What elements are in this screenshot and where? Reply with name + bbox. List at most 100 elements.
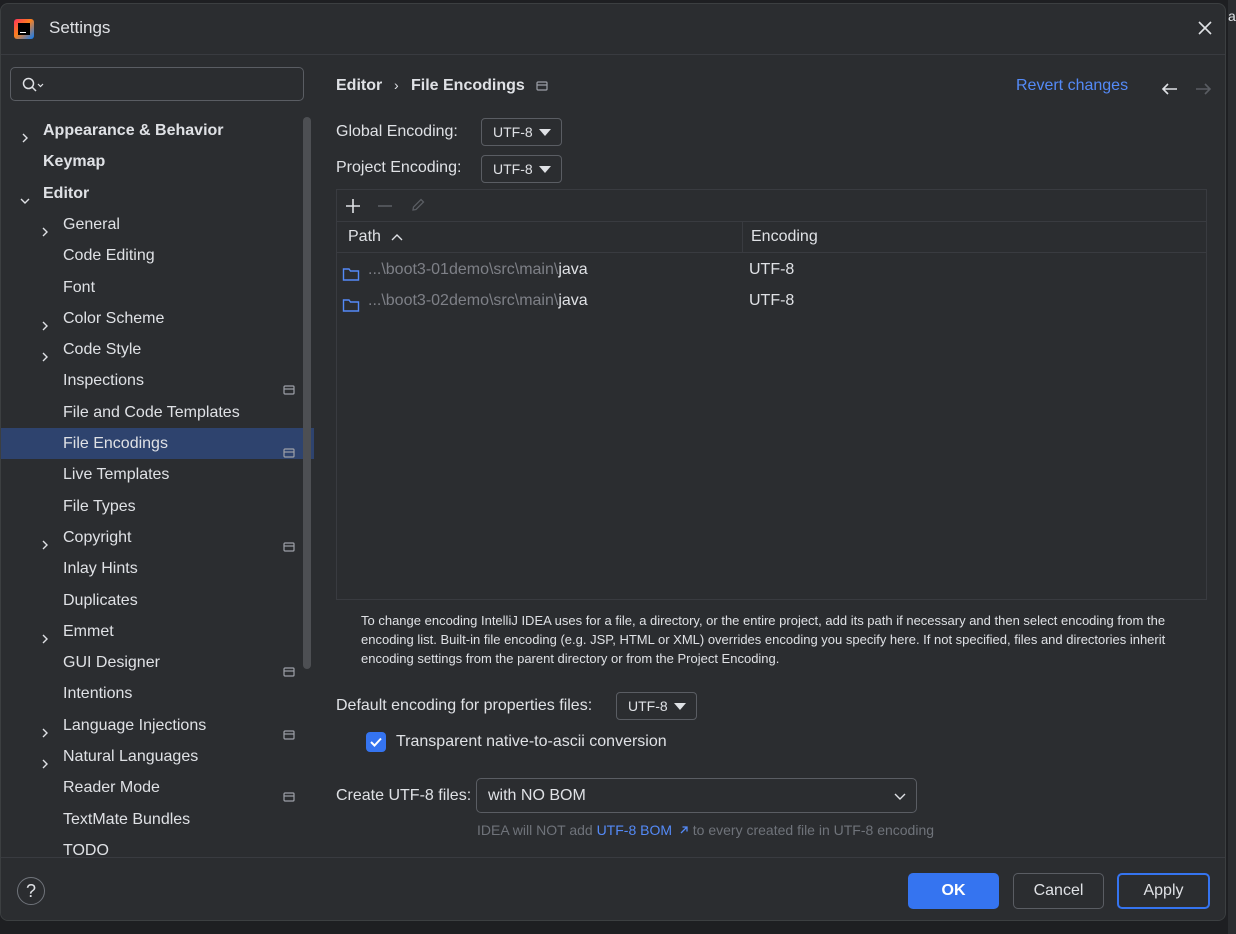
checkmark-icon [370, 737, 382, 747]
table-toolbar [337, 190, 1206, 222]
sidebar-item-color-scheme[interactable]: Color Scheme [1, 303, 314, 334]
settings-search-input[interactable] [10, 67, 304, 101]
sidebar-item-file-types[interactable]: File Types [1, 491, 314, 522]
sidebar-item-language-injections[interactable]: Language Injections [1, 710, 314, 741]
project-encoding-select[interactable]: UTF-8 [481, 155, 562, 183]
sidebar-item-inlay-hints[interactable]: Inlay Hints [1, 553, 314, 584]
create-utf8-label: Create UTF-8 files: [336, 787, 472, 804]
sidebar-item-label: File Encodings [63, 435, 168, 452]
sidebar-item-file-and-code-templates[interactable]: File and Code Templates [1, 397, 314, 428]
global-encoding-select[interactable]: UTF-8 [481, 118, 562, 146]
table-row[interactable]: ...\boot3-02demo\src\main\java UTF-8 [337, 285, 1206, 316]
row-encoding[interactable]: UTF-8 [749, 254, 794, 285]
breadcrumb-editor[interactable]: Editor [336, 77, 382, 95]
bom-select[interactable]: with NO BOM [476, 778, 917, 813]
sidebar-item-natural-languages[interactable]: Natural Languages [1, 741, 314, 772]
close-button[interactable] [1195, 18, 1215, 38]
chevron-right-icon[interactable] [19, 124, 31, 143]
properties-encoding-select[interactable]: UTF-8 [616, 692, 697, 720]
sidebar-item-textmate-bundles[interactable]: TextMate Bundles [1, 804, 314, 835]
native-to-ascii-label[interactable]: Transparent native-to-ascii conversion [396, 733, 667, 751]
close-icon [1198, 21, 1212, 35]
apply-button[interactable]: Apply [1117, 873, 1210, 909]
external-link-icon [680, 826, 688, 834]
sidebar-item-label: Reader Mode [63, 779, 160, 797]
chevron-right-icon[interactable] [39, 750, 51, 769]
sidebar-item-intentions[interactable]: Intentions [1, 678, 314, 709]
sidebar-item-code-editing[interactable]: Code Editing [1, 240, 314, 271]
bom-hint-text-end: to every created file in UTF-8 encoding [692, 822, 935, 838]
sidebar-item-label: Keymap [43, 153, 106, 171]
window-title: Settings [49, 18, 111, 37]
sidebar-item-label: File and Code Templates [63, 403, 240, 421]
sidebar-item-gui-designer[interactable]: GUI Designer [1, 647, 314, 678]
row-path-prefix: ...\boot3-01demo\src\main\ [368, 261, 559, 278]
sidebar-item-label: File Types [63, 497, 136, 515]
sidebar-item-label: Color Scheme [63, 309, 165, 327]
sidebar-item-label: Font [63, 278, 96, 296]
sidebar-item-code-style[interactable]: Code Style [1, 334, 314, 365]
sidebar-item-reader-mode[interactable]: Reader Mode [1, 772, 314, 803]
sidebar-item-label: General [63, 215, 120, 233]
chevron-right-icon[interactable] [39, 719, 51, 738]
chevron-down-icon[interactable] [19, 187, 31, 204]
edit-icon[interactable] [410, 197, 426, 213]
sidebar-item-label: Emmet [63, 622, 114, 640]
sidebar-item-emmet[interactable]: Emmet [1, 616, 314, 647]
forward-arrow-icon[interactable] [1194, 81, 1212, 97]
row-encoding[interactable]: UTF-8 [749, 285, 794, 316]
properties-encoding-value: UTF-8 [628, 698, 668, 714]
table-row[interactable]: ...\boot3-01demo\src\main\java UTF-8 [337, 254, 1206, 285]
sidebar-item-general[interactable]: General [1, 209, 314, 240]
dialog-footer: ? OK Cancel Apply [1, 857, 1225, 920]
sidebar-item-keymap[interactable]: Keymap [1, 146, 314, 177]
sort-ascending-icon [391, 233, 403, 241]
breadcrumb-separator: › [394, 77, 399, 93]
column-header-path[interactable]: Path [348, 221, 403, 252]
utf8-bom-link[interactable]: UTF-8 BOM [597, 822, 672, 838]
chevron-down-icon [894, 793, 906, 800]
chevron-right-icon[interactable] [39, 312, 51, 331]
help-button[interactable]: ? [17, 877, 45, 905]
sidebar-item-inspections[interactable]: Inspections [1, 365, 314, 396]
chevron-right-icon[interactable] [39, 531, 51, 550]
sidebar-item-copyright[interactable]: Copyright [1, 522, 314, 553]
chevron-right-icon[interactable] [39, 218, 51, 237]
revert-changes-link[interactable]: Revert changes [1016, 77, 1128, 95]
table-header: Path Encoding [337, 221, 1206, 253]
project-scope-icon [536, 81, 548, 91]
sidebar-item-label: GUI Designer [63, 654, 160, 672]
sidebar-item-file-encodings[interactable]: File Encodings [1, 428, 314, 459]
dropdown-arrow-icon [674, 703, 686, 710]
encoding-help-text: To change encoding IntelliJ IDEA uses fo… [361, 613, 1166, 666]
chevron-right-icon[interactable] [39, 343, 51, 362]
row-path-leaf: java [558, 292, 588, 309]
sidebar-scrollbar[interactable] [303, 117, 311, 669]
row-path: ...\boot3-01demo\src\main\java [368, 254, 588, 285]
row-path-prefix: ...\boot3-02demo\src\main\ [368, 292, 559, 309]
sidebar-item-label: Intentions [63, 685, 133, 703]
project-encoding-label: Project Encoding: [336, 159, 462, 176]
cancel-button[interactable]: Cancel [1013, 873, 1104, 909]
ok-button[interactable]: OK [908, 873, 999, 909]
bom-hint: IDEA will NOT add UTF-8 BOM to every cre… [477, 822, 934, 838]
sidebar-item-font[interactable]: Font [1, 272, 314, 303]
properties-encoding-label: Default encoding for properties files: [336, 697, 593, 714]
sidebar-item-label: TextMate Bundles [63, 810, 191, 828]
background-window-text: a [1228, 8, 1236, 24]
column-header-encoding[interactable]: Encoding [751, 221, 818, 252]
native-to-ascii-checkbox[interactable] [366, 732, 386, 752]
sidebar-item-duplicates[interactable]: Duplicates [1, 585, 314, 616]
sidebar-item-label: Inspections [63, 372, 144, 390]
sidebar-item-editor[interactable]: Editor [1, 178, 314, 209]
sidebar-item-live-templates[interactable]: Live Templates [1, 459, 314, 490]
chevron-right-icon[interactable] [39, 625, 51, 644]
sidebar-item-label: Language Injections [63, 716, 207, 734]
sidebar-item-appearance-behavior[interactable]: Appearance & Behavior [1, 115, 314, 146]
add-icon[interactable] [345, 198, 361, 214]
sidebar-item-label: Copyright [63, 528, 132, 546]
row-path-leaf: java [558, 261, 588, 278]
back-arrow-icon[interactable] [1161, 81, 1179, 97]
sidebar-item-label: Natural Languages [63, 748, 199, 765]
remove-icon[interactable] [377, 198, 393, 214]
